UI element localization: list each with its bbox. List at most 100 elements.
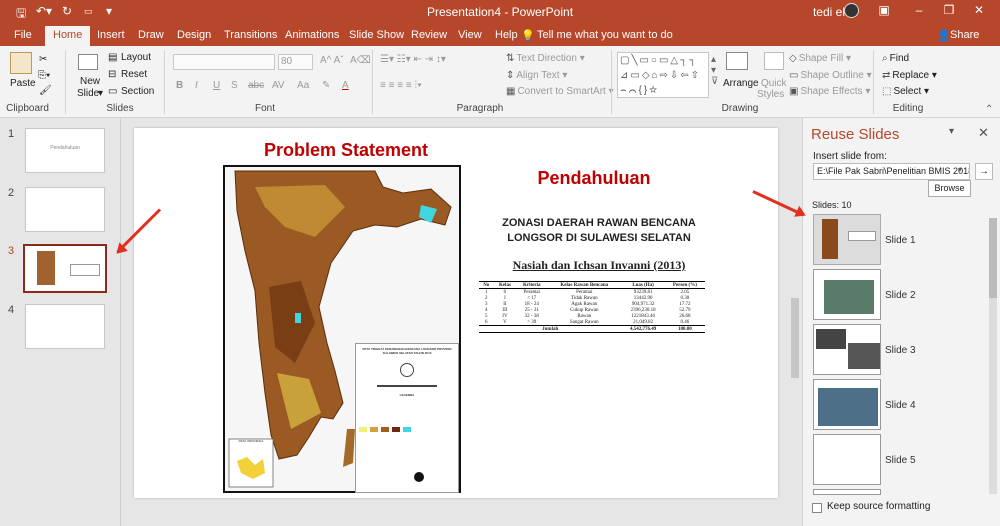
author-citation[interactable]: Nasiah dan Ichsan Invanni (2013): [479, 258, 719, 273]
close-window-icon[interactable]: ✕: [968, 3, 990, 17]
tab-view[interactable]: View: [458, 29, 482, 41]
shape-effects-button[interactable]: ▣ Shape Effects ▾: [789, 86, 870, 97]
tab-design[interactable]: Design: [177, 29, 211, 41]
grow-font-icon[interactable]: A^ Aˇ: [320, 55, 344, 66]
bullets-icon[interactable]: ☰▾ ☷▾ ⇤ ⇥ ↕▾: [380, 54, 446, 65]
align-icons[interactable]: ≡ ≡ ≡ ≡ ⫶▾: [380, 80, 422, 91]
underline-button[interactable]: U: [213, 80, 220, 91]
reuse-slide-3-label[interactable]: Slide 3: [885, 345, 916, 356]
tab-file[interactable]: File: [14, 29, 32, 41]
pendahuluan-title[interactable]: Pendahuluan: [514, 168, 674, 189]
reuse-slide-1-label[interactable]: Slide 1: [885, 235, 916, 246]
path-dropdown-icon[interactable]: ▾: [958, 165, 962, 174]
reuse-slide-5-label[interactable]: Slide 5: [885, 455, 916, 466]
table-total-pct: 100.00: [678, 326, 692, 332]
new-slide-icon[interactable]: [78, 54, 98, 70]
close-pane-icon[interactable]: ✕: [978, 125, 989, 141]
table-header-cell: Persen (%): [672, 282, 697, 288]
align-text-button[interactable]: ⇕ Align Text ▾: [506, 70, 567, 81]
italic-button[interactable]: I: [195, 80, 198, 91]
arrange-icon[interactable]: [726, 52, 748, 70]
section-button[interactable]: Section: [121, 86, 154, 97]
clear-format-icon[interactable]: A⌫: [350, 55, 371, 66]
tab-slide-show[interactable]: Slide Show: [349, 29, 404, 41]
reuse-slide-1-thumb[interactable]: [813, 214, 881, 265]
reuse-thumb-3-photo-b: [848, 343, 880, 369]
tab-home[interactable]: Home: [45, 26, 91, 47]
tab-insert[interactable]: Insert: [97, 29, 125, 41]
tab-review[interactable]: Review: [411, 29, 447, 41]
layout-button[interactable]: Layout: [121, 52, 151, 63]
slide-thumbnail-2[interactable]: [25, 187, 105, 232]
reuse-slide-6-thumb[interactable]: [813, 489, 881, 495]
collapse-ribbon-icon[interactable]: ⌃: [985, 104, 993, 115]
reset-button[interactable]: Reset: [121, 69, 147, 80]
tab-animations[interactable]: Animations: [285, 29, 339, 41]
paste-icon[interactable]: [10, 52, 32, 74]
cut-icon[interactable]: ✂: [39, 54, 47, 65]
slide-thumbnail-1[interactable]: Pendahuluan: [25, 128, 105, 173]
reuse-list-scrollbar[interactable]: [989, 218, 997, 494]
problem-statement-title[interactable]: Problem Statement: [246, 140, 446, 161]
reuse-slide-2-thumb[interactable]: [813, 269, 881, 320]
current-slide[interactable]: Problem Statement PETA TINGKAT KERAWANAN…: [134, 128, 778, 498]
canvas-scroll-thumb[interactable]: [791, 298, 799, 378]
highlight-icon[interactable]: ✎: [322, 80, 330, 91]
smartart-button[interactable]: ▦ Convert to SmartArt ▾: [506, 86, 614, 97]
copy-icon[interactable]: ⎘▾: [38, 70, 50, 81]
quick-styles-label-1[interactable]: Quick: [761, 78, 787, 89]
slide-thumbnail-4[interactable]: [25, 304, 105, 349]
change-case-button[interactable]: Aa: [297, 80, 309, 91]
browse-button[interactable]: Browse: [928, 180, 971, 197]
shape-fill-button[interactable]: ◇ Shape Fill ▾: [789, 53, 851, 64]
slide-thumbnail-3[interactable]: [23, 244, 107, 293]
section-icon: ▭: [108, 86, 118, 97]
reuse-slide-4-thumb[interactable]: [813, 379, 881, 430]
tab-help[interactable]: Help: [495, 29, 518, 41]
tab-transitions[interactable]: Transitions: [224, 29, 277, 41]
format-painter-icon[interactable]: 🖌: [39, 85, 52, 96]
go-arrow-button[interactable]: →: [975, 163, 993, 180]
replace-button[interactable]: ⇄ Replace ▾: [882, 70, 937, 81]
keep-formatting-checkbox[interactable]: [812, 503, 822, 513]
gallery-scroll-icon[interactable]: ▴ ▾ ⊽: [711, 54, 718, 87]
pane-options-icon[interactable]: ▾: [949, 126, 954, 137]
bold-button[interactable]: B: [176, 80, 183, 91]
keep-formatting-label[interactable]: Keep source formatting: [827, 501, 930, 512]
tab-draw[interactable]: Draw: [138, 29, 164, 41]
find-button[interactable]: ⌕ Find: [882, 53, 909, 64]
reuse-slide-5-thumb[interactable]: [813, 434, 881, 485]
font-size-combo[interactable]: 80: [278, 54, 313, 70]
reuse-slide-3-thumb[interactable]: [813, 324, 881, 375]
new-slide-dropdown-icon[interactable]: ▾: [98, 88, 103, 99]
shape-outline-button[interactable]: ▭ Shape Outline ▾: [789, 70, 872, 81]
landslide-map-image[interactable]: PETA TINGKAT KERAWANAN BENCANA LONGSOR P…: [223, 165, 461, 493]
minimize-icon[interactable]: –: [908, 3, 930, 17]
new-slide-label-1[interactable]: New: [80, 76, 100, 87]
font-family-combo[interactable]: [173, 54, 275, 70]
shadow-button[interactable]: S: [231, 80, 238, 91]
paste-button[interactable]: Paste: [10, 78, 36, 89]
restore-icon[interactable]: ❐: [938, 3, 960, 17]
reuse-scroll-thumb[interactable]: [989, 218, 997, 298]
quick-styles-label-2[interactable]: Styles: [757, 89, 784, 100]
shapes-gallery[interactable]: ▢╲▭○▭△┐┐ ⊿▭◇⌂⇨⇩⇦⇧ ⌢⌒{}☆: [617, 52, 709, 98]
font-color-button[interactable]: A: [342, 80, 349, 91]
zonasi-heading[interactable]: ZONASI DAERAH RAWAN BENCANA LONGSOR DI S…: [479, 216, 719, 246]
reuse-slide-2-label[interactable]: Slide 2: [885, 290, 916, 301]
source-path-combo[interactable]: E:\File Pak Sabri\Penelitian BMIS 2018\: [813, 163, 970, 180]
reuse-slide-4-label[interactable]: Slide 4: [885, 400, 916, 411]
new-slide-label-2[interactable]: Slide: [77, 88, 99, 99]
char-spacing-button[interactable]: AV: [272, 80, 285, 91]
tell-me-search[interactable]: Tell me what you want to do: [537, 29, 673, 41]
ribbon-display-icon[interactable]: ▣: [873, 3, 895, 17]
quick-styles-icon[interactable]: [764, 52, 784, 70]
landslide-class-table[interactable]: No Kelas Kriteria Kelas Rawan Bencana Lu…: [479, 281, 705, 333]
canvas-scrollbar[interactable]: [789, 118, 801, 526]
avatar[interactable]: [844, 3, 859, 18]
arrange-button[interactable]: Arrange: [723, 78, 759, 89]
share-button[interactable]: Share: [950, 29, 979, 41]
strikethrough-button[interactable]: abc: [248, 80, 264, 91]
select-button[interactable]: ⬚ Select ▾: [882, 86, 929, 97]
text-direction-button[interactable]: ⇅ Text Direction ▾: [506, 53, 585, 64]
